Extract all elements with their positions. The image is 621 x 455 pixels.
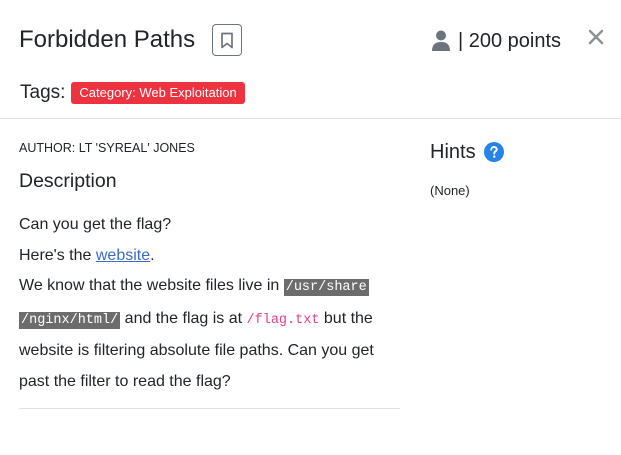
close-icon: [588, 29, 604, 45]
desc-line-1: Can you get the flag?: [19, 216, 172, 233]
author-line: AUTHOR: LT 'SYREAL' JONES: [19, 141, 195, 155]
hints-heading-row: Hints: [430, 138, 610, 166]
description-heading: Description: [19, 170, 117, 192]
question-circle-icon[interactable]: [483, 142, 504, 162]
challenge-header: Forbidden Paths | 200 points Tags: Categ…: [0, 0, 621, 119]
description-divider: [19, 408, 400, 409]
desc-line-4-mid: and the flag is at: [120, 309, 247, 327]
user-icon: [432, 29, 450, 53]
desc-line-6: past the filter to read the flag?: [19, 372, 231, 390]
desc-line-4-end: but the: [319, 309, 373, 327]
desc-line-5: website is filtering absolute file paths…: [19, 342, 374, 359]
code-path-part-2: /nginx/html/: [19, 311, 121, 329]
close-button[interactable]: [584, 25, 608, 49]
hints-heading: Hints: [430, 141, 476, 163]
desc-line-3-prefix: We know that the website files live in: [19, 277, 284, 294]
code-path-part-1: /usr/share: [283, 279, 369, 296]
description-panel: AUTHOR: LT 'SYREAL' JONES Description Ca…: [19, 140, 399, 397]
tags-label: Tags:: [20, 82, 66, 103]
challenge-title: Forbidden Paths: [19, 26, 196, 53]
desc-line-4: /nginx/html/ and the flag is at /flag.tx…: [19, 304, 399, 337]
code-flag-path: /flag.txt: [246, 312, 320, 328]
bookmark-button[interactable]: [212, 24, 242, 56]
points-display: | 200 points: [432, 26, 561, 56]
desc-line-3: We know that the website files live in /…: [19, 271, 399, 304]
website-link[interactable]: website: [96, 247, 150, 264]
hints-empty-text: (None): [430, 183, 470, 198]
desc-line-2: Here's the website.: [19, 241, 399, 272]
tag-category-badge[interactable]: Category: Web Exploitation: [71, 82, 245, 104]
points-value: | 200 points: [458, 29, 562, 52]
tags-row: Tags: Category: Web Exploitation: [20, 82, 245, 104]
bookmark-icon: [220, 32, 234, 49]
hints-panel: Hints (None): [430, 138, 610, 200]
desc-line-2-suffix: .: [150, 246, 155, 264]
description-body: Can you get the flag? Here's the website…: [19, 210, 399, 397]
desc-line-2-prefix: Here's the: [19, 246, 96, 264]
